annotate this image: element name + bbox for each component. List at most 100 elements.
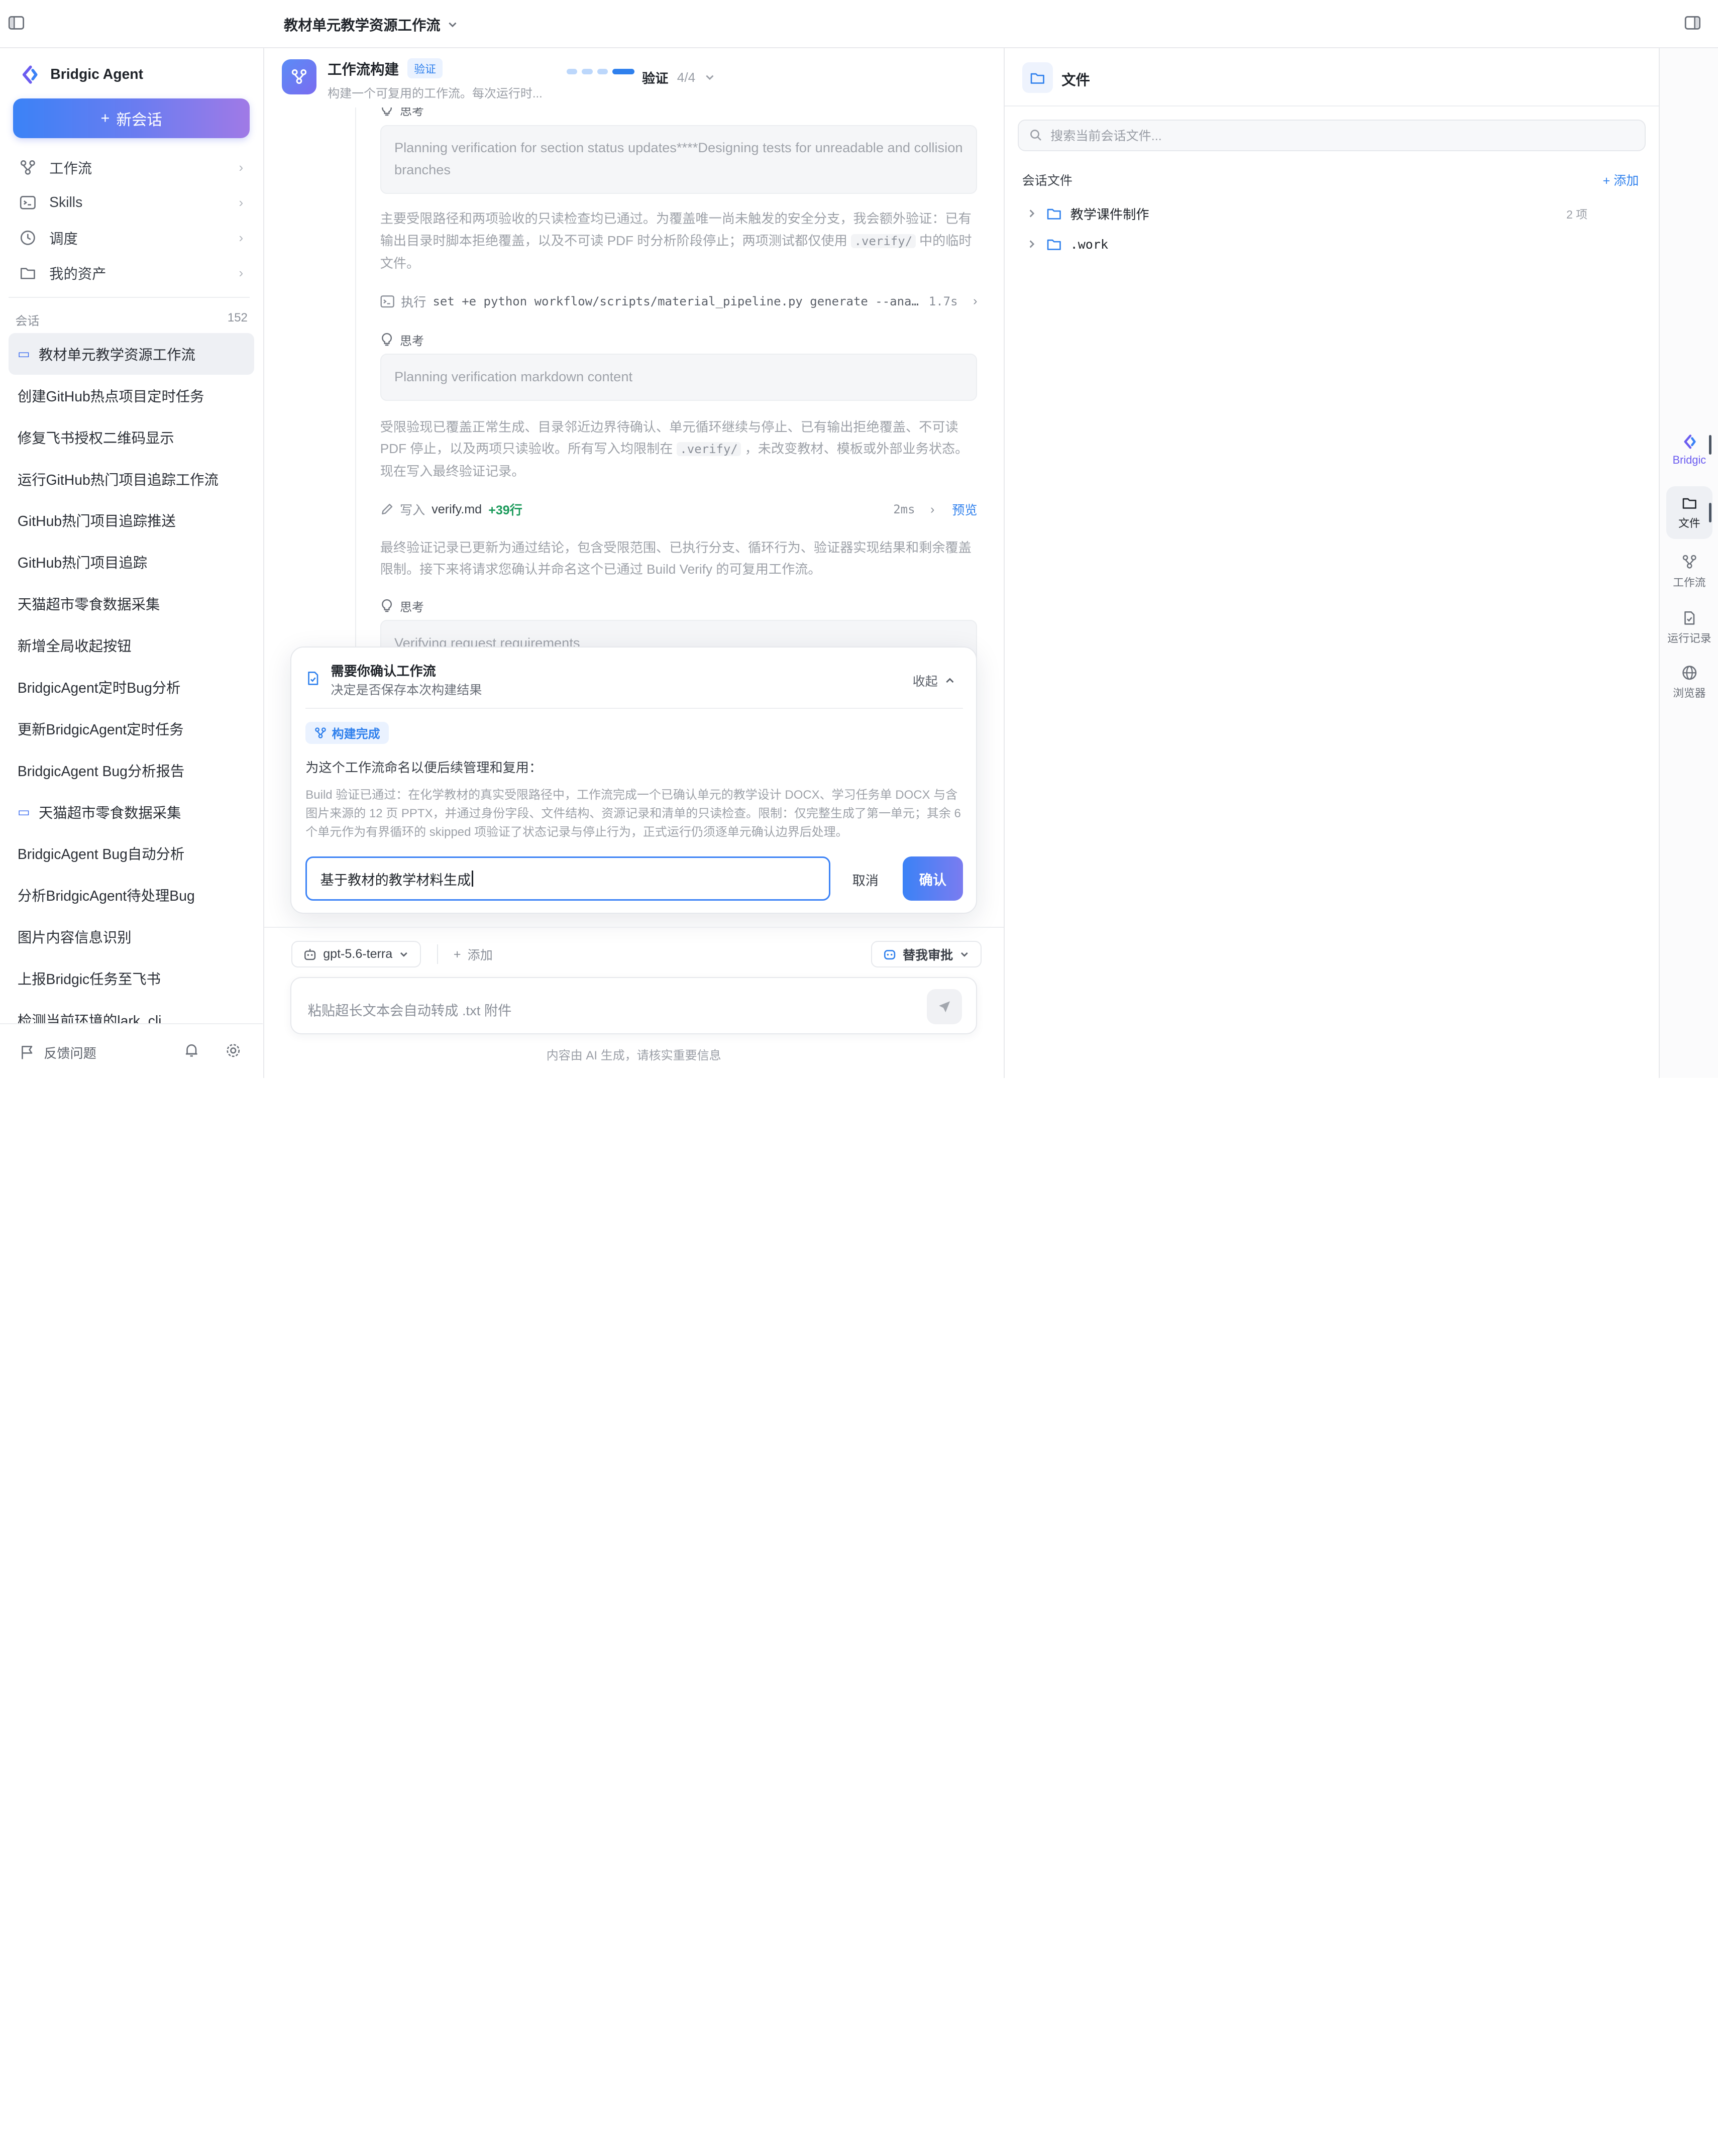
- send-button[interactable]: [926, 989, 962, 1025]
- session-title: 天猫超市零食数据采集: [17, 597, 160, 613]
- folder-icon: [1047, 239, 1061, 250]
- rail-item-run-history[interactable]: 运行记录: [1666, 601, 1712, 654]
- list-item[interactable]: 运行GitHub热门项目追踪工作流: [9, 458, 254, 500]
- divider: [9, 297, 250, 298]
- sidebar-item-workflow[interactable]: 工作流 ›: [9, 150, 254, 185]
- think-label: 思考: [380, 597, 424, 615]
- tree-row[interactable]: .work: [1026, 234, 1587, 256]
- list-item[interactable]: 分析BridgicAgent待处理Bug: [9, 874, 254, 916]
- list-item[interactable]: GitHub热门项目追踪: [9, 541, 254, 583]
- list-item[interactable]: 图片内容信息识别: [9, 916, 254, 957]
- conversation-title[interactable]: 教材单元教学资源工作流: [284, 14, 458, 35]
- folder-icon: [1682, 498, 1696, 509]
- rail-indicator: [1709, 503, 1711, 523]
- exec-row[interactable]: 执行 set +e python workflow/scripts/materi…: [380, 290, 977, 312]
- list-item[interactable]: 新增全局收起按钮: [9, 624, 254, 666]
- collapse-button[interactable]: 收起: [913, 672, 955, 690]
- input-value: 基于教材的教学材料生成: [320, 872, 471, 888]
- rail-item-workflow[interactable]: 工作流: [1666, 546, 1712, 598]
- top-bar: 教材单元教学资源工作流: [0, 0, 1718, 48]
- chevron-right-icon: ›: [239, 230, 244, 245]
- session-title: 分析BridgicAgent待处理Bug: [17, 888, 195, 905]
- sidebar-item-assets[interactable]: 我的资产 ›: [9, 255, 254, 290]
- auto-approve-selector[interactable]: 替我审批: [871, 941, 982, 967]
- divider: [305, 707, 963, 709]
- folder-icon: [21, 267, 35, 279]
- think-label-text: 思考: [400, 334, 424, 348]
- list-item[interactable]: 创建GitHub热点项目定时任务: [9, 375, 254, 416]
- rail-item-files[interactable]: 文件: [1666, 486, 1712, 540]
- list-item[interactable]: 修复飞书授权二维码显示: [9, 416, 254, 458]
- add-attachment-button[interactable]: + 添加: [454, 945, 493, 963]
- build-summary: Build 验证已通过：在化学教材的真实受限路径中，工作流完成一个已确认单元的教…: [305, 788, 961, 839]
- sidebar: Bridgic Agent + 新会话 工作流 › Skills › 调度 ›: [0, 48, 264, 1079]
- list-item[interactable]: BridgicAgent定时Bug分析: [9, 666, 254, 708]
- add-label: 添加: [467, 948, 493, 963]
- sidebar-toggle-icon[interactable]: [8, 14, 25, 32]
- folder-name: .work: [1070, 237, 1109, 252]
- divider: [264, 927, 1004, 928]
- item-count: 2 项: [1566, 208, 1588, 222]
- sidebar-item-skills[interactable]: Skills ›: [9, 185, 254, 221]
- rail-label: 浏览器: [1673, 686, 1706, 699]
- progress-segment-active: [612, 69, 634, 75]
- file-search-placeholder: 搜索当前会话文件...: [1050, 129, 1162, 144]
- list-item[interactable]: GitHub热门项目追踪推送: [9, 500, 254, 542]
- feedback-button[interactable]: 反馈问题: [20, 1043, 96, 1062]
- inline-code: .verify/: [676, 442, 741, 457]
- confirm-workflow-card: 需要你确认工作流 决定是否保存本次构建结果 收起 构建完成 为这个工作流命名以便…: [290, 646, 978, 914]
- list-item[interactable]: 上报Bridgic任务至飞书: [9, 957, 254, 999]
- list-item[interactable]: BridgicAgent Bug自动分析: [9, 833, 254, 875]
- bell-icon[interactable]: [184, 1043, 199, 1058]
- panel-toggle-icon[interactable]: [1684, 14, 1701, 32]
- list-item[interactable]: ▭ 教材单元教学资源工作流: [9, 333, 254, 375]
- build-complete-badge: 构建完成: [305, 722, 389, 744]
- list-item[interactable]: ▭ 天猫超市零食数据采集: [9, 791, 254, 833]
- sidebar-item-schedule[interactable]: 调度 ›: [9, 220, 254, 255]
- brand[interactable]: Bridgic Agent: [20, 65, 143, 84]
- gear-icon[interactable]: [226, 1043, 241, 1058]
- chat-bubble-icon: ▭: [17, 346, 30, 361]
- session-title: 更新BridgicAgent定时任务: [17, 721, 184, 738]
- session-title: 教材单元教学资源工作流: [39, 347, 195, 363]
- workflow-icon: [21, 160, 35, 175]
- session-title: GitHub热门项目追踪推送: [17, 513, 176, 530]
- workflow-icon: [1682, 555, 1696, 569]
- plus-icon: +: [1602, 174, 1614, 188]
- model-selector[interactable]: gpt-5.6-terra: [291, 941, 421, 967]
- file-search-input[interactable]: 搜索当前会话文件...: [1017, 119, 1646, 151]
- thinking-block[interactable]: Planning verification markdown content: [380, 354, 978, 401]
- assistant-paragraph: 主要受限路径和两项验收的只读检查均已通过。为覆盖唯一尚未触发的安全分支，我会额外…: [380, 208, 978, 274]
- session-title: 修复飞书授权二维码显示: [17, 430, 174, 447]
- message-input[interactable]: 粘贴超长文本会自动转成 .txt 附件: [290, 977, 978, 1034]
- divider: [437, 944, 439, 964]
- thinking-block[interactable]: Planning verification for section status…: [380, 125, 978, 194]
- list-item[interactable]: BridgicAgent Bug分析报告: [9, 749, 254, 791]
- list-item[interactable]: 更新BridgicAgent定时任务: [9, 708, 254, 749]
- chevron-right-icon: [1030, 240, 1035, 248]
- session-title: 检测当前环境的lark_cli: [17, 1013, 162, 1024]
- preview-link[interactable]: 预览: [952, 500, 977, 518]
- list-item[interactable]: 天猫超市零食数据采集: [9, 583, 254, 624]
- add-file-label: 添加: [1614, 174, 1639, 188]
- list-item[interactable]: 检测当前环境的lark_cli: [9, 999, 254, 1023]
- progress-segment: [597, 69, 608, 75]
- new-chat-button[interactable]: + 新会话: [13, 98, 250, 138]
- chevron-down-icon: [400, 952, 407, 957]
- workflow-name-input[interactable]: 基于教材的教学材料生成: [305, 856, 830, 901]
- write-row[interactable]: 写入 verify.md +39行 2ms › 预览: [380, 498, 977, 520]
- sessions-header: 会话 152: [16, 311, 248, 329]
- rail-item-browser[interactable]: 浏览器: [1666, 656, 1712, 709]
- rail-label: 文件: [1678, 516, 1700, 529]
- tree-row[interactable]: 教学课件制作 2 项: [1026, 202, 1587, 225]
- session-title: 图片内容信息识别: [17, 930, 132, 946]
- workflow-header: 工作流构建 验证 构建一个可复用的工作流。每次运行时... 验证 4/4: [264, 48, 1004, 107]
- rail-item-bridgic[interactable]: Bridgic: [1666, 424, 1712, 477]
- name-prompt: 为这个工作流命名以便后续管理和复用：: [305, 760, 543, 775]
- confirm-button[interactable]: 确认: [902, 856, 963, 901]
- step-selector[interactable]: 验证 4/4: [642, 68, 715, 87]
- message-input-placeholder: 粘贴超长文本会自动转成 .txt 附件: [307, 1002, 512, 1018]
- session-title: 创建GitHub热点项目定时任务: [17, 388, 204, 405]
- add-file-button[interactable]: + 添加: [1603, 171, 1639, 189]
- cancel-button[interactable]: 取消: [852, 870, 879, 889]
